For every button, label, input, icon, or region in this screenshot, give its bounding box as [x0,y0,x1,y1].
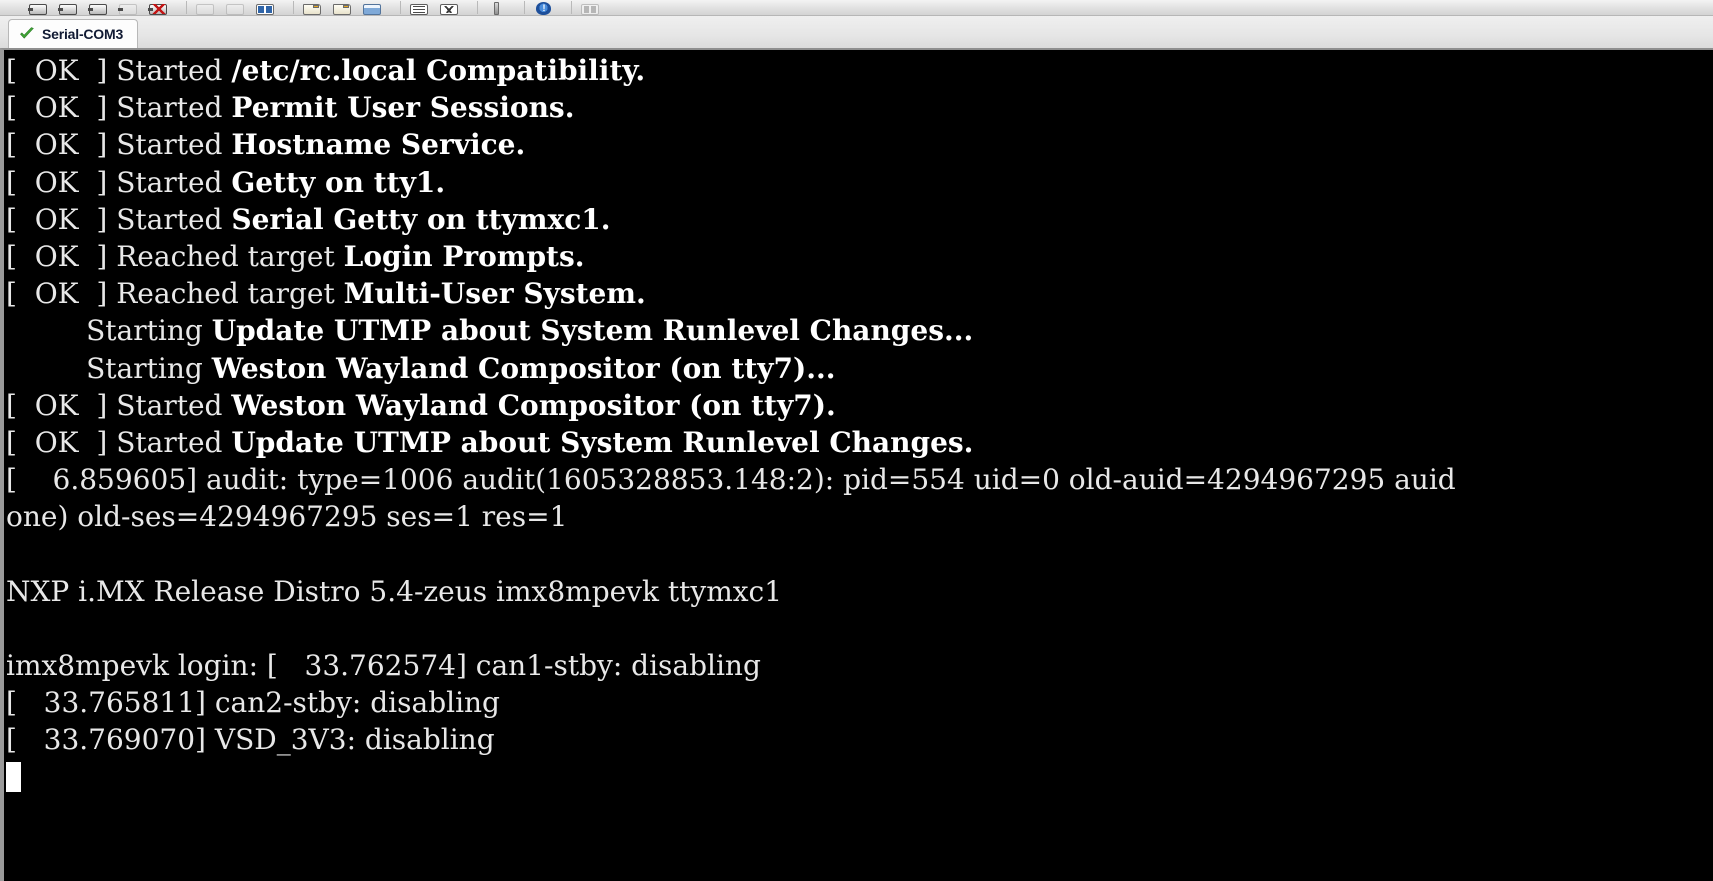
terminal-unit-name: Update UTMP about System Runlevel Change… [211,314,974,348]
terminal-text: [ OK ] Started [6,388,232,422]
terminal-unit-name: Weston Wayland Compositor (on tty7)... [211,351,836,385]
serial-terminal-window: Serial-COM3 [ OK ] Started /etc/rc.local… [0,0,1713,881]
marker-icon[interactable] [486,0,508,15]
terminal-unit-name: Update UTMP about System Runlevel Change… [231,425,974,459]
window-icon[interactable] [362,0,384,15]
tab-strip: Serial-COM3 [0,16,1713,48]
terminal-unit-name: Getty on tty1. [231,165,446,199]
toolbar-separator [400,1,401,14]
terminal-text: [ OK ] Started [6,54,232,87]
terminal-line: [ OK ] Started Getty on tty1. [6,164,1713,201]
terminal-line: [ 33.765811] can2-stby: disabling [6,684,1713,721]
toolbar-separator [186,1,187,14]
terminal-unit-name: Login Prompts. [343,239,585,273]
terminal-text: [ OK ] Started [6,425,232,459]
terminal-line: [ OK ] Reached target Login Prompts. [6,238,1713,275]
split-view-icon[interactable] [255,0,277,15]
terminal-unit-name: /etc/rc.local Compatibility. [231,54,646,87]
terminal-text: [ 6.859605] audit: type=1006 audit(16053… [6,463,1456,497]
terminal-text: Starting [6,314,212,348]
terminal-line: [ 6.859605] audit: type=1006 audit(16053… [6,461,1713,498]
terminal-text: one) old-ses=4294967295 ses=1 res=1 [6,500,568,534]
terminal-text: [ OK ] Started [6,128,232,162]
terminal-unit-name: Serial Getty on ttymxc1. [231,202,611,236]
layout-icon[interactable] [580,0,602,15]
toolbar [0,0,1713,16]
about-icon[interactable] [533,0,555,15]
terminal-text: NXP i.MX Release Distro 5.4-zeus imx8mpe… [6,574,783,608]
terminal-line: NXP i.MX Release Distro 5.4-zeus imx8mpe… [6,573,1713,610]
disconnect-all-icon[interactable] [118,0,140,15]
terminal-text: [ 33.769070] VSD_3V3: disabling [6,723,495,757]
terminal-line: imx8mpevk login: [ 33.762574] can1-stby:… [6,647,1713,684]
terminal-text: imx8mpevk login: [ 33.762574] can1-stby:… [6,649,761,682]
toolbar-separator [477,1,478,14]
terminal-line: [ OK ] Started /etc/rc.local Compatibili… [6,52,1713,89]
terminal-text: [ OK ] Started [6,202,232,236]
block-cursor [6,761,21,792]
terminal-text: [ OK ] Reached target [6,239,344,273]
toolbar-icon-group [28,0,610,15]
xmodem-icon[interactable] [439,0,461,15]
open-log-icon[interactable] [302,0,324,15]
toolbar-separator [524,1,525,14]
terminal-screen: [ OK ] Started /etc/rc.local Compatibili… [4,50,1713,796]
terminal-line: [ OK ] Started Weston Wayland Compositor… [6,387,1713,424]
terminal-pane[interactable]: [ OK ] Started /etc/rc.local Compatibili… [0,48,1713,881]
terminal-unit-name: Hostname Service. [231,128,526,162]
terminal-line: [ OK ] Reached target Multi-User System. [6,275,1713,312]
toolbar-separator [571,1,572,14]
terminal-text: Starting [6,351,212,385]
paste-icon[interactable] [225,0,247,15]
terminal-text: [ OK ] Started [6,165,232,199]
terminal-line: [ OK ] Started Serial Getty on ttymxc1. [6,201,1713,238]
terminal-text: [ OK ] Started [6,91,232,125]
save-log-icon[interactable] [332,0,354,15]
terminal-cursor-line [6,759,1713,796]
log-list-icon[interactable] [409,0,431,15]
terminal-line: one) old-ses=4294967295 ses=1 res=1 [6,498,1713,535]
terminal-line: Starting Update UTMP about System Runlev… [6,312,1713,349]
terminal-line [6,610,1713,647]
copy-icon[interactable] [195,0,217,15]
terminal-unit-name: Weston Wayland Compositor (on tty7). [231,388,836,422]
terminal-unit-name: Multi-User System. [343,277,646,311]
terminal-line: [ OK ] Started Hostname Service. [6,126,1713,163]
terminal-line: [ 33.769070] VSD_3V3: disabling [6,721,1713,758]
tab-label: Serial-COM3 [42,26,124,42]
connect-icon[interactable] [28,0,50,15]
terminal-unit-name: Permit User Sessions. [231,91,575,125]
tab-serial-com3[interactable]: Serial-COM3 [8,19,139,48]
toolbar-separator [293,1,294,14]
terminal-line: [ OK ] Started Update UTMP about System … [6,424,1713,461]
terminal-line: Starting Weston Wayland Compositor (on t… [6,350,1713,387]
green-check-icon [19,27,35,41]
terminal-line [6,535,1713,572]
stop-connection-icon[interactable] [148,0,170,15]
disconnect-icon[interactable] [88,0,110,15]
terminal-text: [ 33.765811] can2-stby: disabling [6,686,500,720]
terminal-line: [ OK ] Started Permit User Sessions. [6,89,1713,126]
reconnect-icon[interactable] [58,0,80,15]
terminal-text: [ OK ] Reached target [6,277,344,311]
